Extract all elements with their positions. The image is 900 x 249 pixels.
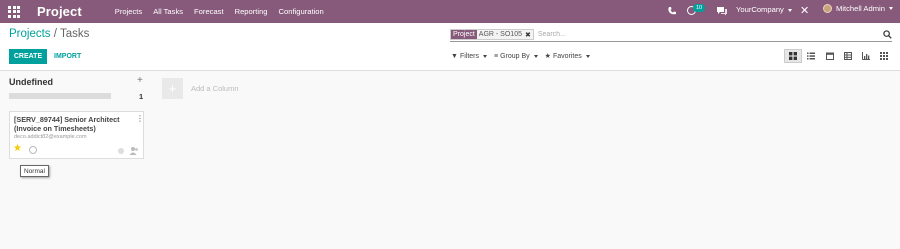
breadcrumb-current: Tasks [59,28,90,40]
filters-label: Filters [459,52,479,60]
activity-badge: 10 [693,4,706,12]
chevron-down-icon [533,54,538,58]
kanban-state-icon[interactable] [118,148,124,154]
search-bar: Project AGR - SO105 ✖ [450,28,892,42]
phone-icon[interactable] [667,6,677,16]
view-switcher [784,49,894,63]
plus-icon: + [162,78,183,99]
app-name: Project [37,4,82,19]
clock-icon[interactable] [29,146,37,154]
view-graph-button[interactable] [857,49,875,63]
user-name: Mitchell Admin [836,4,885,13]
column-add-icon[interactable]: + [137,75,143,86]
tooltip: Normal [20,165,49,177]
avatar [823,4,832,13]
filter-bar: ▼ Filters ≡ Group By ★ Favorites [451,52,590,60]
grid-icon [880,52,889,60]
user-icon[interactable] [129,146,139,155]
add-column-label: Add a Column [191,84,239,93]
apps-grid-icon[interactable] [8,5,22,18]
view-list-button[interactable] [802,49,820,63]
view-pivot-button[interactable] [839,49,857,63]
filters-dropdown[interactable]: ▼ Filters [451,52,487,60]
chevron-down-icon [483,54,487,58]
top-navbar: Project Projects All Tasks Forecast Repo… [0,0,900,23]
breadcrumb-separator: / [53,28,57,40]
close-icon[interactable]: ✕ [800,4,809,17]
menu-forecast[interactable]: Forecast [194,7,224,16]
favorites-label: Favorites [552,52,582,60]
column-progress-bar[interactable] [9,93,111,99]
kanban-card[interactable]: [SERV_89744] Senior Architect (Invoice o… [9,111,144,159]
facet-value: AGR - SO105 [476,30,524,39]
search-icon[interactable] [883,30,892,39]
card-title: [SERV_89744] Senior Architect (Invoice o… [14,115,120,133]
priority-star-icon[interactable]: ★ [13,144,22,154]
group-by-dropdown[interactable]: ≡ Group By [494,52,538,60]
main-menu: Projects All Tasks Forecast Reporting Co… [115,7,324,16]
activity-menu[interactable]: 10 [687,4,709,17]
menu-configuration[interactable]: Configuration [279,7,324,16]
layers-icon: ≡ [494,52,499,60]
control-panel: Projects / Tasks CREATE IMPORT Project A… [0,23,900,71]
view-calendar-button[interactable] [821,49,839,63]
user-menu[interactable]: Mitchell Admin [823,4,893,13]
column-title: Undefined [9,77,53,87]
star-icon: ★ [544,53,551,60]
group-by-label: Group By [500,52,530,60]
card-menu-icon[interactable]: ⋮ [136,114,144,123]
calendar-icon [825,52,834,60]
chevron-down-icon [585,54,590,58]
kanban-icon [789,52,797,60]
company-switcher[interactable]: YourCompany [736,5,792,14]
create-button[interactable]: CREATE [9,49,47,64]
facet-label: Project [451,30,477,39]
favorites-dropdown[interactable]: ★ Favorites [545,52,590,60]
view-activity-button[interactable] [875,49,893,63]
chevron-down-icon [888,7,893,10]
breadcrumb: Projects / Tasks [9,28,89,40]
chat-icon[interactable] [716,6,728,16]
add-column-button[interactable]: + Add a Column [162,78,239,99]
breadcrumb-projects[interactable]: Projects [9,28,51,40]
company-name: YourCompany [736,5,784,14]
search-input[interactable] [537,31,892,38]
filter-icon: ▼ [451,52,458,60]
menu-reporting[interactable]: Reporting [235,7,268,16]
list-icon [807,52,816,60]
search-facet: Project AGR - SO105 ✖ [450,29,534,40]
chevron-down-icon [787,8,792,12]
card-email: deco.addict82@example.com [14,134,87,140]
view-kanban-button[interactable] [784,49,802,63]
import-button[interactable]: IMPORT [54,49,81,64]
column-count: 1 [139,92,144,101]
table-icon [843,52,852,60]
menu-all-tasks[interactable]: All Tasks [153,7,183,16]
menu-projects[interactable]: Projects [115,7,142,16]
bar-chart-icon [862,52,871,60]
facet-remove-icon[interactable]: ✖ [523,30,533,39]
